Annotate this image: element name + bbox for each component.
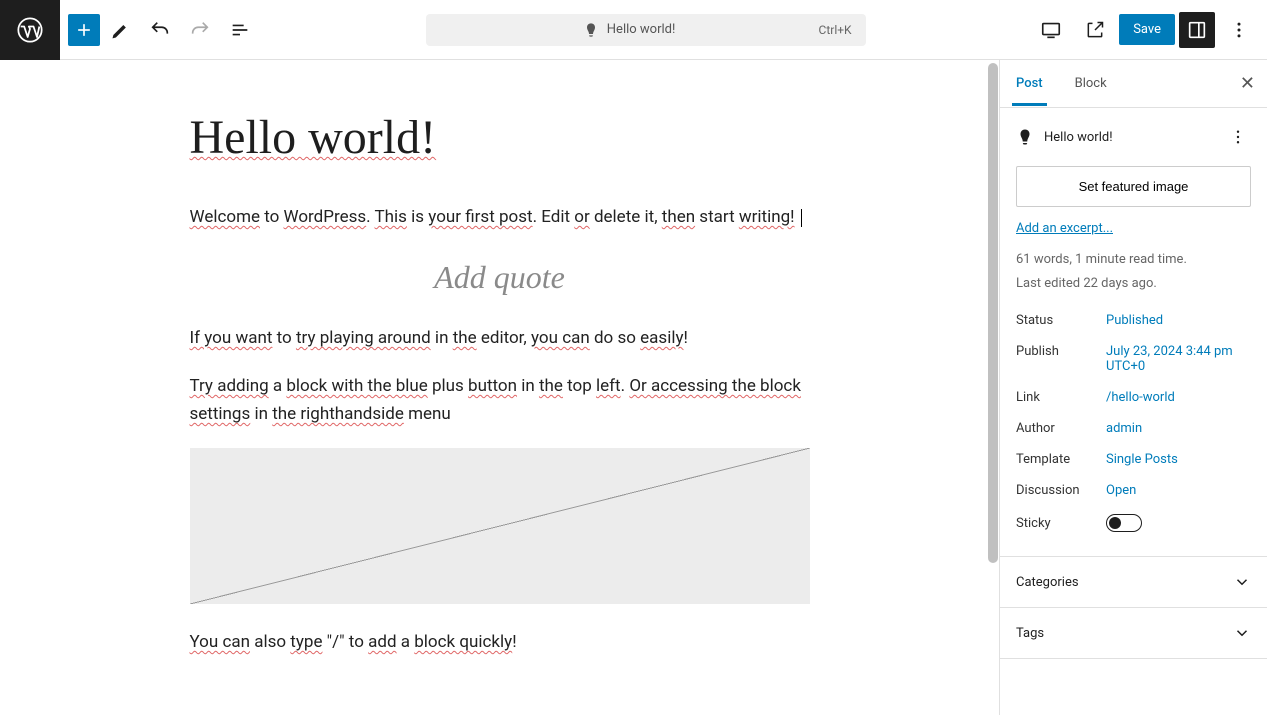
- status-label: Status: [1016, 313, 1106, 328]
- post-summary-section: Hello world! Set featured image Add an e…: [1000, 108, 1267, 557]
- save-button[interactable]: Save: [1119, 14, 1175, 45]
- template-label: Template: [1016, 452, 1106, 467]
- toolbar-left: [0, 0, 260, 59]
- paragraph-block[interactable]: You can also type "/" to add a block qui…: [190, 628, 810, 656]
- author-label: Author: [1016, 421, 1106, 436]
- tools-button[interactable]: [100, 10, 140, 50]
- tab-post[interactable]: Post: [1016, 62, 1055, 105]
- settings-toggle-button[interactable]: [1179, 12, 1215, 48]
- categories-panel[interactable]: Categories: [1000, 557, 1267, 608]
- undo-button[interactable]: [140, 10, 180, 50]
- word-count: 61 words, 1 minute read time.: [1016, 250, 1251, 270]
- scrollbar[interactable]: [987, 60, 999, 715]
- publish-label: Publish: [1016, 344, 1106, 374]
- document-bar[interactable]: Hello world! Ctrl+K: [426, 14, 866, 46]
- post-actions-button[interactable]: [1225, 124, 1251, 150]
- link-label: Link: [1016, 390, 1106, 405]
- paragraph-block[interactable]: If you want to try playing around in the…: [190, 324, 810, 352]
- sticky-label: Sticky: [1016, 516, 1106, 531]
- discussion-value[interactable]: Open: [1106, 483, 1251, 498]
- paragraph-block[interactable]: Try adding a block with the blue plus bu…: [190, 372, 810, 428]
- tab-block[interactable]: Block: [1075, 62, 1119, 105]
- sticky-toggle[interactable]: [1106, 514, 1142, 532]
- add-excerpt-link[interactable]: Add an excerpt...: [1016, 221, 1113, 236]
- pen-icon: [583, 22, 599, 38]
- editor-canvas[interactable]: Hello world! Welcome to WordPress. This …: [0, 60, 999, 715]
- paragraph-block[interactable]: Welcome to WordPress. This is your first…: [190, 203, 810, 231]
- pullquote-block[interactable]: Add quote: [190, 259, 810, 296]
- redo-button[interactable]: [180, 10, 220, 50]
- add-block-button[interactable]: [68, 14, 100, 46]
- preview-button[interactable]: [1075, 10, 1115, 50]
- image-block-placeholder[interactable]: [190, 448, 810, 604]
- post-title[interactable]: Hello world!: [190, 110, 810, 165]
- top-toolbar: Hello world! Ctrl+K Save: [0, 0, 1267, 60]
- wordpress-logo[interactable]: [0, 0, 60, 60]
- tags-panel[interactable]: Tags: [1000, 608, 1267, 659]
- document-title: Hello world!: [607, 22, 676, 37]
- template-value[interactable]: Single Posts: [1106, 452, 1251, 467]
- link-value[interactable]: /hello-world: [1106, 390, 1251, 405]
- toolbar-right: Save: [1031, 10, 1267, 50]
- author-value[interactable]: admin: [1106, 421, 1251, 436]
- chevron-down-icon: [1233, 624, 1251, 642]
- view-button[interactable]: [1031, 10, 1071, 50]
- main-area: Hello world! Welcome to WordPress. This …: [0, 60, 1267, 715]
- document-overview-button[interactable]: [220, 10, 260, 50]
- sidebar-post-title: Hello world!: [1044, 130, 1215, 145]
- publish-value[interactable]: July 23, 2024 3:44 pm UTC+0: [1106, 344, 1251, 374]
- settings-sidebar: Post Block ✕ Hello world! Set featured i…: [999, 60, 1267, 715]
- discussion-label: Discussion: [1016, 483, 1106, 498]
- sidebar-tabs: Post Block ✕: [1000, 60, 1267, 108]
- status-value[interactable]: Published: [1106, 313, 1251, 328]
- chevron-down-icon: [1233, 573, 1251, 591]
- options-button[interactable]: [1219, 10, 1259, 50]
- pen-icon: [1016, 128, 1034, 146]
- set-featured-image-button[interactable]: Set featured image: [1016, 166, 1251, 207]
- toolbar-center: Hello world! Ctrl+K: [260, 14, 1031, 46]
- last-edited: Last edited 22 days ago.: [1016, 274, 1251, 294]
- shortcut-hint: Ctrl+K: [819, 23, 852, 37]
- close-sidebar-button[interactable]: ✕: [1240, 73, 1255, 94]
